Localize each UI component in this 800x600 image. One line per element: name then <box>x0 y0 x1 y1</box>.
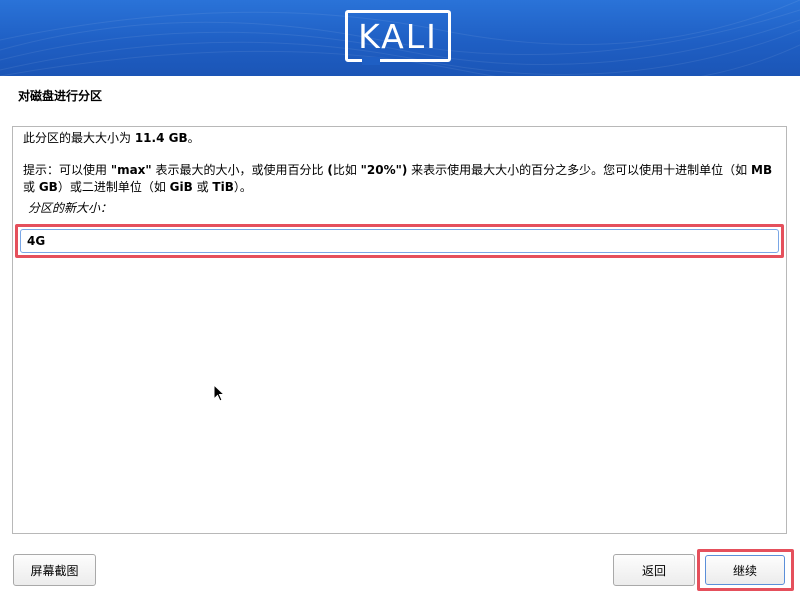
max-size-suffix: 。 <box>187 131 200 145</box>
hint-part: 来表示使用最大大小的百分之多少。您可以使用十进制单位（如 <box>407 163 751 177</box>
new-size-input-highlight <box>15 224 784 258</box>
kali-logo: KALI <box>345 10 451 65</box>
hint-part: 提示：可以使用 <box>23 163 111 177</box>
hint-part: ）或二进制单位（如 <box>57 180 170 194</box>
screenshot-button[interactable]: 屏幕截图 <box>13 554 96 586</box>
hint-part: ）。 <box>233 180 252 194</box>
hint-unit-mb: MB <box>751 163 773 177</box>
hint-text-line1: 提示：可以使用 "max" 表示最大的大小，或使用百分比 (比如 "20%") … <box>23 162 772 179</box>
page-title: 对磁盘进行分区 <box>18 89 103 103</box>
max-size-value: 11.4 GB <box>134 131 188 145</box>
hint-part: 或 <box>23 180 39 194</box>
hint-keyword-percent: "20%") <box>360 163 408 177</box>
kali-logo-notch <box>362 57 380 65</box>
hint-keyword-max: "max" <box>110 163 152 177</box>
header-banner: KALI <box>0 0 800 76</box>
hint-unit-gb: GB <box>38 180 58 194</box>
back-button[interactable]: 返回 <box>613 554 695 586</box>
mouse-cursor-icon <box>213 383 226 406</box>
hint-unit-gib: GiB <box>169 180 193 194</box>
continue-button[interactable]: 继续 <box>705 555 785 585</box>
hint-part: 或 <box>192 180 213 194</box>
new-size-input[interactable] <box>20 229 779 253</box>
new-size-label: 分区的新大小： <box>28 201 113 215</box>
kali-logo-text: KALI <box>358 17 438 56</box>
max-size-text: 此分区的最大大小为 11.4 GB。 <box>23 130 200 147</box>
hint-text-line2: 或 GB）或二进制单位（如 GiB 或 TiB）。 <box>23 179 252 196</box>
content-panel: 此分区的最大大小为 11.4 GB。 提示：可以使用 "max" 表示最大的大小… <box>12 126 787 534</box>
hint-part: 表示最大的大小，或使用百分比 <box>151 163 328 177</box>
hint-unit-tib: TiB <box>212 180 234 194</box>
max-size-prefix: 此分区的最大大小为 <box>23 131 135 145</box>
continue-button-highlight: 继续 <box>697 549 794 591</box>
hint-part: 比如 <box>332 163 361 177</box>
